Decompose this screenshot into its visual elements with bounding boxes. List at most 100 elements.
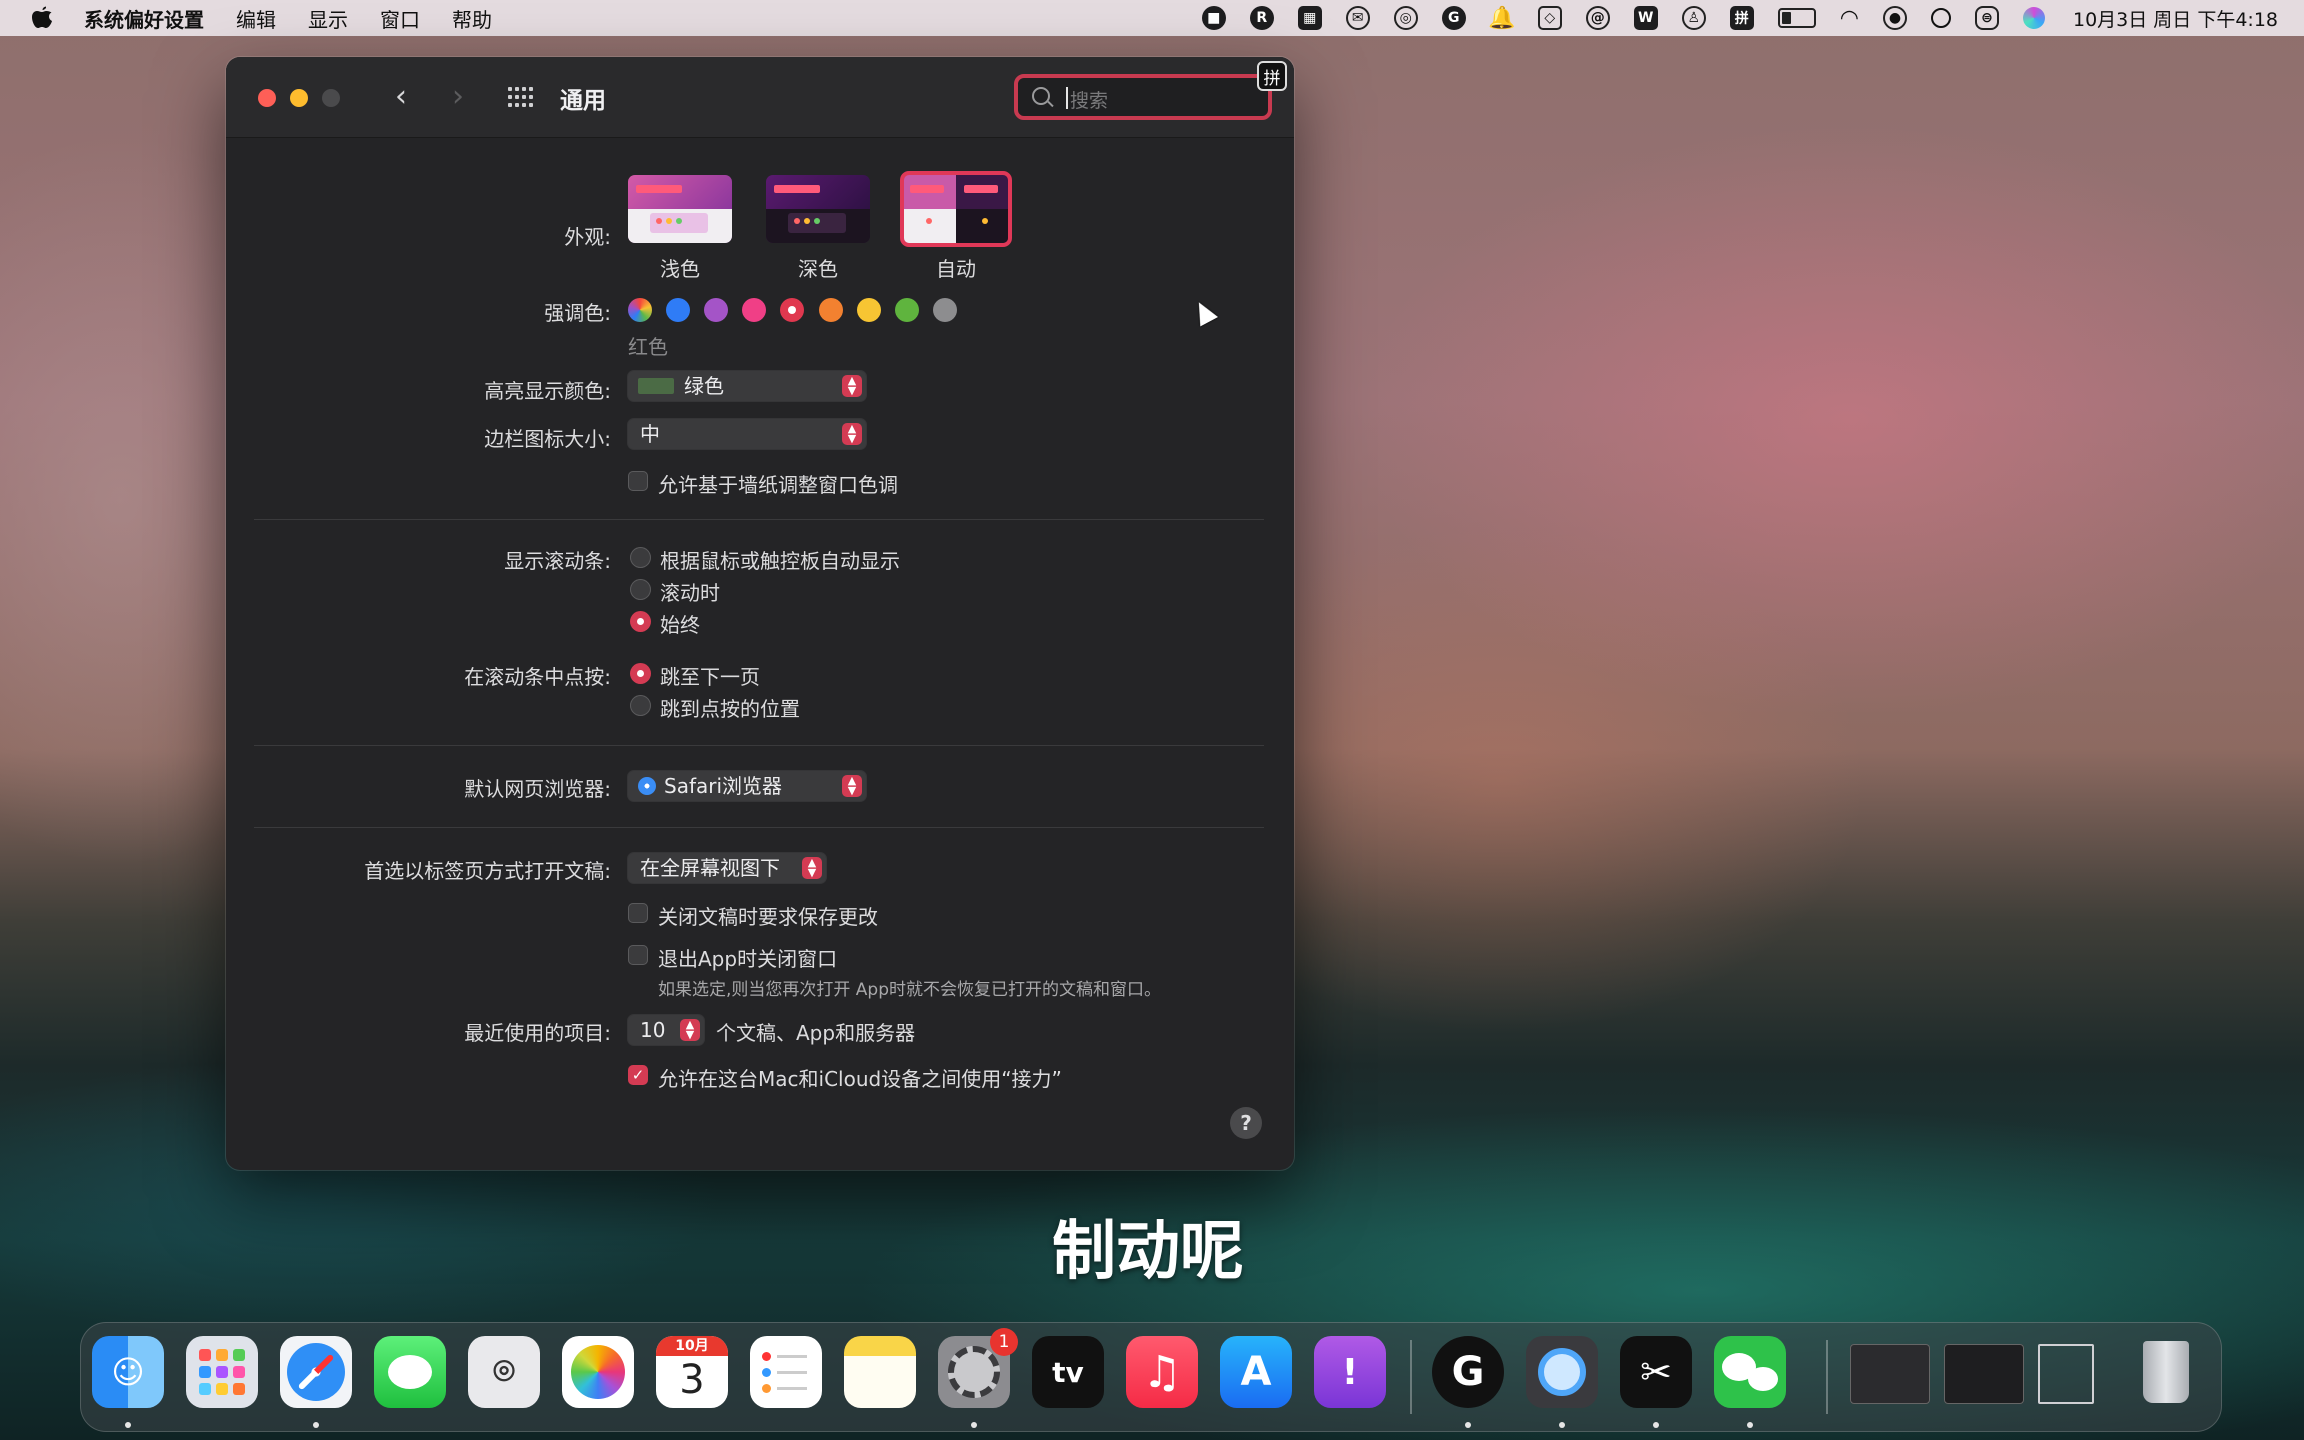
- menu-view[interactable]: 显示: [308, 4, 348, 33]
- control-center-icon[interactable]: ⊜: [1974, 6, 1999, 30]
- minimized-window-capcut[interactable]: [1850, 1344, 1930, 1404]
- zoom-window-button[interactable]: [322, 89, 340, 107]
- appearance-auto-label[interactable]: 自动: [904, 253, 1008, 282]
- wallpaper-tint-checkbox[interactable]: [628, 471, 648, 491]
- finder-icon[interactable]: ☺: [92, 1336, 164, 1408]
- notification-bell-icon[interactable]: 🔔: [1488, 6, 1515, 31]
- minimized-window-safari[interactable]: [2038, 1344, 2094, 1404]
- menu-app-name[interactable]: 系统偏好设置: [84, 4, 204, 33]
- accent-purple-swatch[interactable]: [704, 298, 728, 322]
- accent-graphite-swatch[interactable]: [933, 298, 957, 322]
- grid-app-icon[interactable]: ▦: [1297, 6, 1322, 30]
- wallpaper-tint-label[interactable]: 允许基于墙纸调整窗口色调: [658, 469, 898, 498]
- trash-icon[interactable]: [2130, 1336, 2202, 1408]
- jump-next-page-label[interactable]: 跳至下一页: [660, 661, 760, 690]
- accent-pink-swatch[interactable]: [742, 298, 766, 322]
- default-browser-label: 默认网页浏览器:: [464, 777, 611, 801]
- calendar-month: 10月: [656, 1336, 728, 1356]
- close-window-button[interactable]: [258, 89, 276, 107]
- appearance-dark-label[interactable]: 深色: [766, 253, 870, 282]
- highlight-color-popup[interactable]: 绿色 ▲ ▼: [628, 371, 866, 401]
- show-all-grid-icon[interactable]: [508, 87, 534, 109]
- input-method-icon[interactable]: 拼: [1729, 6, 1754, 30]
- spotlight-search-icon[interactable]: [1930, 8, 1951, 28]
- logitech-g-icon[interactable]: G: [1432, 1336, 1504, 1408]
- notes-icon[interactable]: [844, 1336, 916, 1408]
- ask-save-checkbox[interactable]: [628, 903, 648, 923]
- search-icon: [1032, 87, 1050, 105]
- r-app-icon[interactable]: R: [1249, 6, 1274, 30]
- accent-yellow-swatch[interactable]: [857, 298, 881, 322]
- launchpad-icon[interactable]: [186, 1336, 258, 1408]
- jump-to-spot-label[interactable]: 跳到点按的位置: [660, 693, 800, 722]
- forward-chevron-icon[interactable]: ›: [440, 79, 476, 115]
- quicktime-icon[interactable]: [1526, 1336, 1598, 1408]
- cloud-sync-icon[interactable]: ◎: [1393, 6, 1418, 30]
- default-browser-popup[interactable]: Safari浏览器 ▲ ▼: [628, 771, 866, 801]
- accent-orange-swatch[interactable]: [819, 298, 843, 322]
- menu-clock[interactable]: 10月3日 周日 下午4:18: [2073, 5, 2278, 32]
- scrollbar-always-radio[interactable]: [630, 611, 651, 632]
- user-account-icon[interactable]: ●: [1882, 6, 1907, 30]
- appearance-auto-thumbnail[interactable]: [900, 171, 1012, 247]
- accent-multicolor-swatch[interactable]: [628, 298, 652, 322]
- handoff-label[interactable]: 允许在这台Mac和iCloud设备之间使用“接力”: [658, 1063, 1062, 1092]
- ask-save-label[interactable]: 关闭文稿时要求保存更改: [658, 901, 878, 930]
- minimize-window-button[interactable]: [290, 89, 308, 107]
- popup-chevron-icon: ▲ ▼: [802, 857, 822, 879]
- apple-tv-icon[interactable]: tv: [1032, 1336, 1104, 1408]
- back-chevron-icon[interactable]: ‹: [383, 79, 419, 115]
- running-indicator: [125, 1422, 131, 1428]
- scrollbar-when-scrolling-radio[interactable]: [630, 579, 651, 600]
- handoff-checkbox[interactable]: ✓: [628, 1065, 648, 1085]
- dropbox-icon[interactable]: ◇: [1537, 6, 1562, 30]
- system-preferences-icon[interactable]: 1: [938, 1328, 1018, 1408]
- messages-icon[interactable]: [374, 1336, 446, 1408]
- close-windows-checkbox[interactable]: [628, 945, 648, 965]
- help-button[interactable]: ?: [1230, 1107, 1262, 1139]
- menu-window[interactable]: 窗口: [380, 4, 420, 33]
- feedback-assistant-icon[interactable]: !: [1314, 1336, 1386, 1408]
- accent-red-swatch[interactable]: [780, 298, 804, 322]
- g-app-icon[interactable]: G: [1441, 6, 1466, 30]
- search-input[interactable]: 搜索: [1014, 74, 1272, 120]
- appearance-light-label[interactable]: 浅色: [628, 253, 732, 282]
- mouse-cursor-icon: [1190, 297, 1218, 327]
- spiral-app-icon[interactable]: @: [1585, 6, 1610, 30]
- menu-edit[interactable]: 编辑: [236, 4, 276, 33]
- scrollbar-auto-label[interactable]: 根据鼠标或触控板自动显示: [660, 545, 900, 574]
- music-icon[interactable]: ♫: [1126, 1336, 1198, 1408]
- close-windows-label[interactable]: 退出App时关闭窗口: [658, 943, 837, 972]
- calendar-icon[interactable]: 10月 3: [656, 1336, 728, 1408]
- accent-blue-swatch[interactable]: [666, 298, 690, 322]
- stop-icon[interactable]: ■: [1201, 6, 1226, 30]
- minimized-window-wechat[interactable]: [1944, 1344, 2024, 1404]
- photos-icon[interactable]: [562, 1336, 634, 1408]
- prefer-tabs-popup[interactable]: 在全屏幕视图下 ▲ ▼: [628, 853, 826, 883]
- wifi-icon[interactable]: ◠: [1840, 6, 1859, 31]
- click-scrollbar-label: 在滚动条中点按:: [464, 665, 611, 689]
- recent-items-popup[interactable]: 10 ▲ ▼: [628, 1015, 704, 1045]
- reminders-icon[interactable]: [750, 1336, 822, 1408]
- wechat-icon[interactable]: [1714, 1336, 1786, 1408]
- jump-next-page-radio[interactable]: [630, 663, 651, 684]
- w-app-icon[interactable]: W: [1633, 6, 1658, 30]
- sidebar-icon-size-popup[interactable]: 中 ▲ ▼: [628, 419, 866, 449]
- scrollbar-always-label[interactable]: 始终: [660, 609, 700, 638]
- wechat-status-icon[interactable]: ✉: [1345, 6, 1370, 30]
- menu-help[interactable]: 帮助: [452, 4, 492, 33]
- capcut-icon[interactable]: ✂: [1620, 1336, 1692, 1408]
- scrollbar-auto-radio[interactable]: [630, 547, 651, 568]
- app-store-icon[interactable]: A: [1220, 1336, 1292, 1408]
- screenshot-icon[interactable]: ⌾: [468, 1336, 540, 1408]
- apple-menu-icon[interactable]: [30, 6, 54, 30]
- jump-to-spot-radio[interactable]: [630, 695, 651, 716]
- siri-icon[interactable]: [2022, 7, 2045, 29]
- lock-status-icon[interactable]: ♙: [1681, 6, 1706, 30]
- safari-dock-icon[interactable]: [280, 1336, 352, 1408]
- appearance-dark-thumbnail[interactable]: [766, 175, 870, 243]
- appearance-light-thumbnail[interactable]: [628, 175, 732, 243]
- scrollbar-when-scrolling-label[interactable]: 滚动时: [660, 577, 720, 606]
- accent-green-swatch[interactable]: [895, 298, 919, 322]
- battery-icon[interactable]: [1777, 8, 1816, 28]
